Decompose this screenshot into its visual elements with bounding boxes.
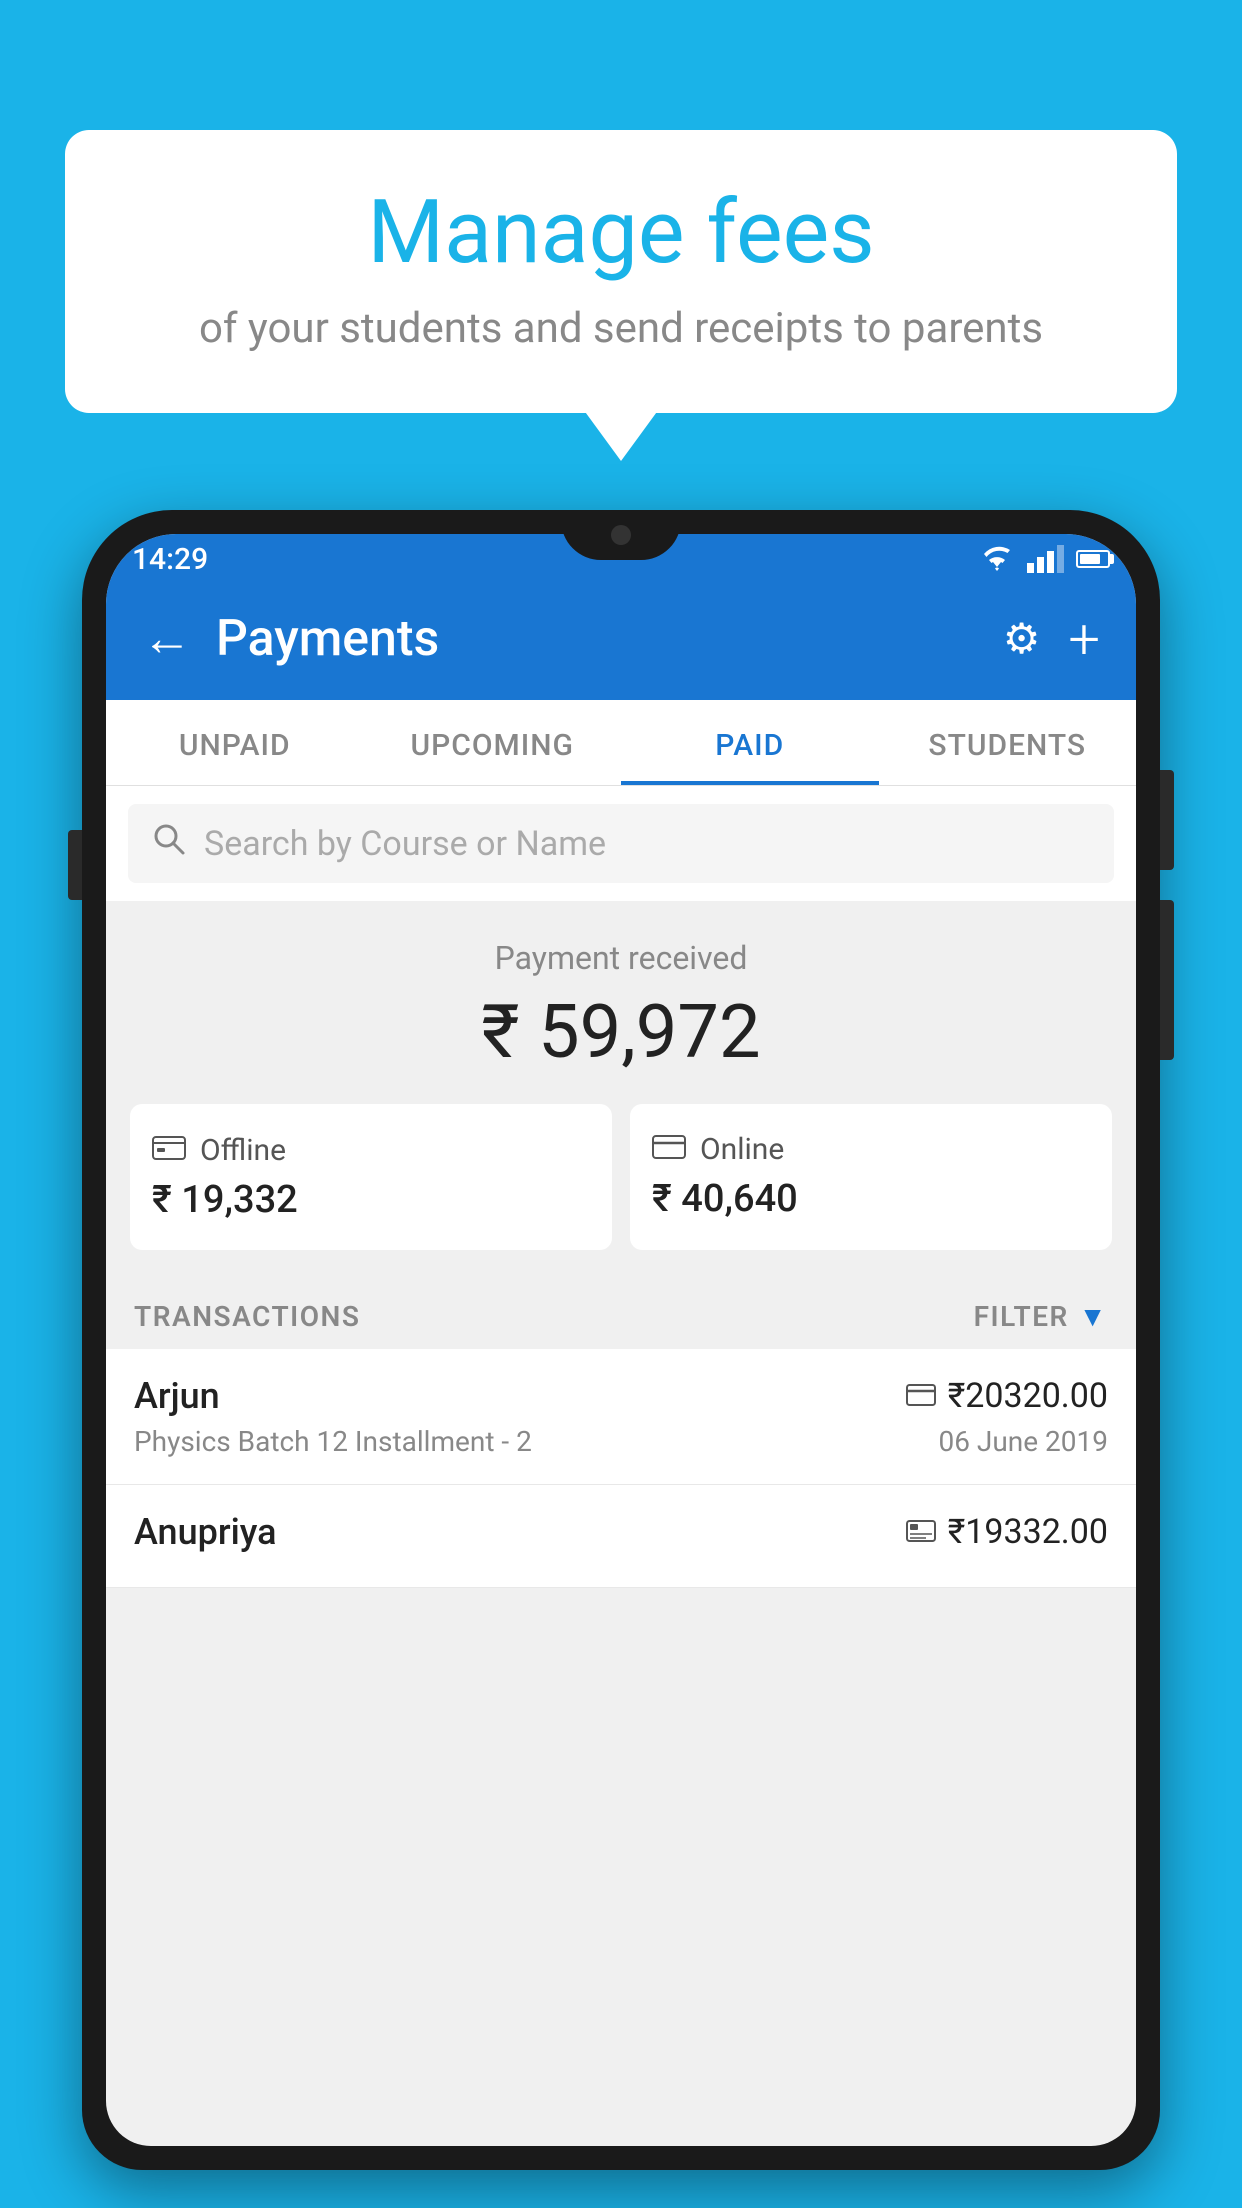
search-container: Search by Course or Name (106, 786, 1136, 901)
status-time: 14:29 (132, 542, 208, 577)
header-title: Payments (216, 610, 439, 668)
filter-icon: ▼ (1079, 1300, 1108, 1333)
transaction-item[interactable]: Anupriya ₹19332.00 (106, 1485, 1136, 1588)
volume-rocker (1160, 900, 1174, 1060)
card-payment-icon (906, 1380, 936, 1413)
add-button[interactable]: + (1068, 606, 1100, 672)
app-background: Manage fees of your students and send re… (0, 0, 1242, 2208)
offline-payment-card: Offline ₹ 19,332 (130, 1104, 612, 1250)
filter-label: FILTER (974, 1300, 1069, 1333)
phone-screen: ← Payments ⚙ + UNPAID UPCOMING PAID STUD… (106, 534, 1136, 2146)
back-button[interactable]: ← (142, 614, 192, 664)
transactions-header: TRANSACTIONS FILTER ▼ (106, 1278, 1136, 1349)
transaction-amount-container: ₹19332.00 (906, 1512, 1108, 1552)
volume-button (68, 830, 82, 900)
tab-upcoming[interactable]: UPCOMING (364, 700, 622, 785)
tab-unpaid[interactable]: UNPAID (106, 700, 364, 785)
transaction-date: 06 June 2019 (938, 1425, 1108, 1458)
phone-frame: 14:29 (82, 510, 1160, 2170)
online-amount: ₹ 40,640 (652, 1177, 1090, 1221)
online-icon (652, 1132, 686, 1167)
bubble-subtitle: of your students and send receipts to pa… (125, 304, 1117, 353)
power-button (1160, 770, 1174, 870)
header-left: ← Payments (142, 610, 439, 668)
online-label: Online (700, 1132, 784, 1167)
transaction-item[interactable]: Arjun ₹20320.00 Physics (106, 1349, 1136, 1485)
payment-summary: Payment received ₹ 59,972 (106, 901, 1136, 1278)
payment-cards: Offline ₹ 19,332 (130, 1104, 1112, 1250)
online-payment-card: Online ₹ 40,640 (630, 1104, 1112, 1250)
payment-received-label: Payment received (130, 939, 1112, 977)
tab-paid[interactable]: PAID (621, 700, 879, 785)
speech-bubble: Manage fees of your students and send re… (65, 130, 1177, 413)
transaction-name: Anupriya (134, 1511, 277, 1553)
offline-icon (152, 1132, 186, 1168)
search-bar[interactable]: Search by Course or Name (128, 804, 1114, 883)
header-right: ⚙ + (1003, 606, 1100, 672)
wifi-icon (979, 545, 1015, 573)
tabs-container: UNPAID UPCOMING PAID STUDENTS (106, 700, 1136, 786)
front-camera (611, 525, 631, 545)
status-icons (979, 545, 1110, 573)
offline-amount: ₹ 19,332 (152, 1178, 590, 1222)
search-icon (152, 822, 186, 865)
cash-payment-icon (906, 1516, 936, 1549)
payment-total-amount: ₹ 59,972 (130, 989, 1112, 1076)
bubble-title: Manage fees (125, 185, 1117, 282)
speech-bubble-container: Manage fees of your students and send re… (65, 130, 1177, 413)
filter-button[interactable]: FILTER ▼ (974, 1300, 1108, 1333)
settings-button[interactable]: ⚙ (1003, 614, 1041, 664)
transaction-amount: ₹19332.00 (948, 1512, 1108, 1552)
transaction-name: Arjun (134, 1375, 220, 1417)
transaction-amount: ₹20320.00 (948, 1376, 1108, 1416)
battery-icon (1076, 550, 1110, 568)
transaction-amount-container: ₹20320.00 (906, 1376, 1108, 1416)
offline-label: Offline (200, 1133, 286, 1168)
phone-mockup: 14:29 (82, 510, 1160, 2208)
tab-students[interactable]: STUDENTS (879, 700, 1137, 785)
signal-icon (1027, 545, 1064, 573)
transaction-course: Physics Batch 12 Installment - 2 (134, 1425, 532, 1458)
phone-notch (561, 510, 681, 560)
transactions-label: TRANSACTIONS (134, 1300, 360, 1333)
search-input[interactable]: Search by Course or Name (204, 824, 606, 864)
